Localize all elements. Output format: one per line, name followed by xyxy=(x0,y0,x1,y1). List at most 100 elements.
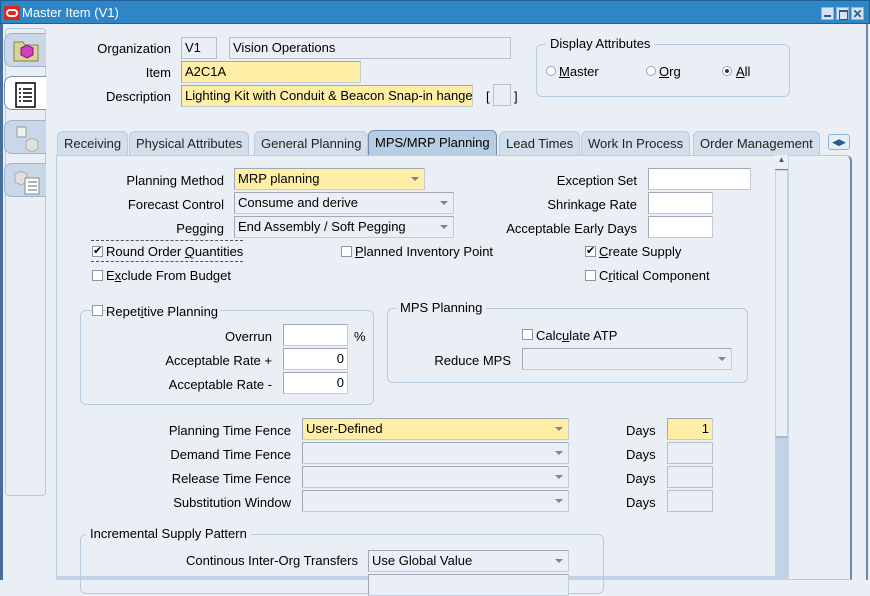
org-assign-icon xyxy=(16,126,39,153)
sidebar-item-categories[interactable] xyxy=(4,163,46,197)
repetitive-planning-checkbox[interactable] xyxy=(92,305,103,316)
categories-list-icon xyxy=(14,170,40,195)
exception-set-field[interactable] xyxy=(648,168,751,190)
acceptable-early-days-field[interactable] xyxy=(648,216,713,238)
forecast-control-select[interactable]: Consume and derive xyxy=(234,192,454,214)
chevron-down-icon xyxy=(555,475,563,479)
incremental-supply-title: Incremental Supply Pattern xyxy=(86,526,251,541)
planning-method-label: Planning Method xyxy=(126,173,224,188)
round-order-quantities-checkbox[interactable] xyxy=(92,244,103,257)
flex-bracket-close: ] xyxy=(514,89,518,104)
reduce-mps-select[interactable] xyxy=(522,348,732,370)
window-left-border xyxy=(0,24,3,580)
chevron-down-icon xyxy=(555,451,563,455)
radio-all-label: All xyxy=(736,64,751,79)
substitution-window-label: Substitution Window xyxy=(173,495,291,510)
sidebar-item-org-assignment[interactable] xyxy=(4,120,46,154)
overrun-label: Overrun xyxy=(225,329,272,344)
calculate-atp-checkbox[interactable] xyxy=(522,329,533,340)
planning-method-select[interactable]: MRP planning xyxy=(234,168,425,190)
substitution-window-select[interactable] xyxy=(302,490,569,512)
repetitive-planning-label: Repetitive Planning xyxy=(106,304,221,319)
create-supply-label: Create Supply xyxy=(599,244,682,259)
chevron-down-icon xyxy=(555,499,563,503)
radio-master[interactable] xyxy=(546,66,556,76)
organization-name-field[interactable]: Vision Operations xyxy=(229,37,511,59)
planned-inventory-point-checkbox[interactable] xyxy=(341,246,352,257)
chevron-down-icon xyxy=(440,201,448,205)
shrinkage-rate-field[interactable] xyxy=(648,192,713,214)
next-select-partial[interactable] xyxy=(368,574,569,596)
tab-scroll-button[interactable]: ◀▶ xyxy=(828,134,850,150)
acceptable-rate-minus-field[interactable]: 0 xyxy=(283,372,348,394)
chevron-down-icon xyxy=(440,225,448,229)
release-time-fence-days-label: Days xyxy=(626,471,656,486)
mps-planning-group: MPS Planning xyxy=(387,300,748,383)
sidebar-item-item-master[interactable] xyxy=(4,33,46,67)
demand-time-fence-days-field[interactable] xyxy=(667,442,713,464)
scroll-up-icon[interactable]: ▲ xyxy=(775,155,788,170)
planning-time-fence-days-label: Days xyxy=(626,423,656,438)
calculate-atp-label: Calculate ATP xyxy=(536,328,618,343)
scroll-thumb[interactable] xyxy=(775,170,788,438)
tab-receiving[interactable]: Receiving xyxy=(57,131,129,155)
window-title: Master Item (V1) xyxy=(22,5,119,20)
pegging-label: Pegging xyxy=(176,221,224,236)
minimize-button[interactable] xyxy=(821,7,834,20)
sidebar-item-attributes[interactable] xyxy=(4,76,46,110)
create-supply-checkbox[interactable] xyxy=(585,244,596,257)
radio-org-label: Org xyxy=(659,64,681,79)
window-right-border xyxy=(866,24,868,580)
exclude-from-budget-label: Exclude From Budget xyxy=(106,268,232,283)
substitution-window-days-label: Days xyxy=(626,495,656,510)
overrun-unit: % xyxy=(354,329,366,344)
descriptive-flexfield[interactable] xyxy=(493,84,511,106)
vertical-scrollbar[interactable]: ▲ xyxy=(775,155,789,580)
acceptable-rate-minus-label: Acceptable Rate - xyxy=(168,377,272,392)
tab-general-planning[interactable]: General Planning xyxy=(254,131,369,155)
chevron-down-icon xyxy=(718,357,726,361)
item-field[interactable]: A2C1A xyxy=(181,61,361,83)
tab-lead-times[interactable]: Lead Times xyxy=(499,131,581,155)
radio-all[interactable] xyxy=(722,66,732,76)
planning-time-fence-days-field[interactable]: 1 xyxy=(667,418,713,440)
list-document-icon xyxy=(15,82,36,108)
tab-physical-attributes[interactable]: Physical Attributes xyxy=(129,131,250,155)
continuous-transfers-select[interactable]: Use Global Value xyxy=(368,550,569,572)
demand-time-fence-label: Demand Time Fence xyxy=(170,447,291,462)
tab-work-in-process[interactable]: Work In Process xyxy=(581,131,691,155)
organization-label: Organization xyxy=(97,41,171,56)
tab-order-management[interactable]: Order Management xyxy=(693,131,820,155)
chevron-down-icon xyxy=(555,559,563,563)
release-time-fence-select[interactable] xyxy=(302,466,569,488)
chevron-down-icon xyxy=(411,177,419,181)
acceptable-early-days-label: Acceptable Early Days xyxy=(506,221,637,236)
pegging-value: End Assembly / Soft Pegging xyxy=(238,219,406,234)
reduce-mps-label: Reduce MPS xyxy=(434,353,511,368)
description-label: Description xyxy=(105,89,171,104)
mps-planning-title: MPS Planning xyxy=(396,300,487,315)
radio-org[interactable] xyxy=(646,66,656,76)
demand-time-fence-select[interactable] xyxy=(302,442,569,464)
release-time-fence-days-field[interactable] xyxy=(667,466,713,488)
planning-time-fence-select[interactable]: User-Defined xyxy=(302,418,569,440)
exclude-from-budget-checkbox[interactable] xyxy=(92,270,103,281)
folder-item-icon xyxy=(13,41,39,62)
chevron-down-icon xyxy=(555,427,563,431)
forecast-control-value: Consume and derive xyxy=(238,195,358,210)
maximize-button[interactable] xyxy=(836,7,849,20)
organization-code-field[interactable]: V1 xyxy=(181,37,217,59)
release-time-fence-label: Release Time Fence xyxy=(171,471,291,486)
tab-mps-mrp-planning[interactable]: MPS/MRP Planning xyxy=(368,130,497,156)
substitution-window-days-field[interactable] xyxy=(667,490,713,512)
description-field[interactable]: Lighting Kit with Conduit & Beacon Snap-… xyxy=(181,85,473,107)
oracle-logo-icon xyxy=(4,6,20,20)
critical-component-label: Critical Component xyxy=(599,268,710,283)
overrun-field[interactable] xyxy=(283,324,348,346)
acceptable-rate-plus-field[interactable]: 0 xyxy=(283,348,348,370)
critical-component-checkbox[interactable] xyxy=(585,270,596,281)
title-bar: Master Item (V1) ✕ xyxy=(0,0,870,24)
pegging-select[interactable]: End Assembly / Soft Pegging xyxy=(234,216,454,238)
close-button[interactable]: ✕ xyxy=(851,7,864,20)
forecast-control-label: Forecast Control xyxy=(127,197,224,212)
